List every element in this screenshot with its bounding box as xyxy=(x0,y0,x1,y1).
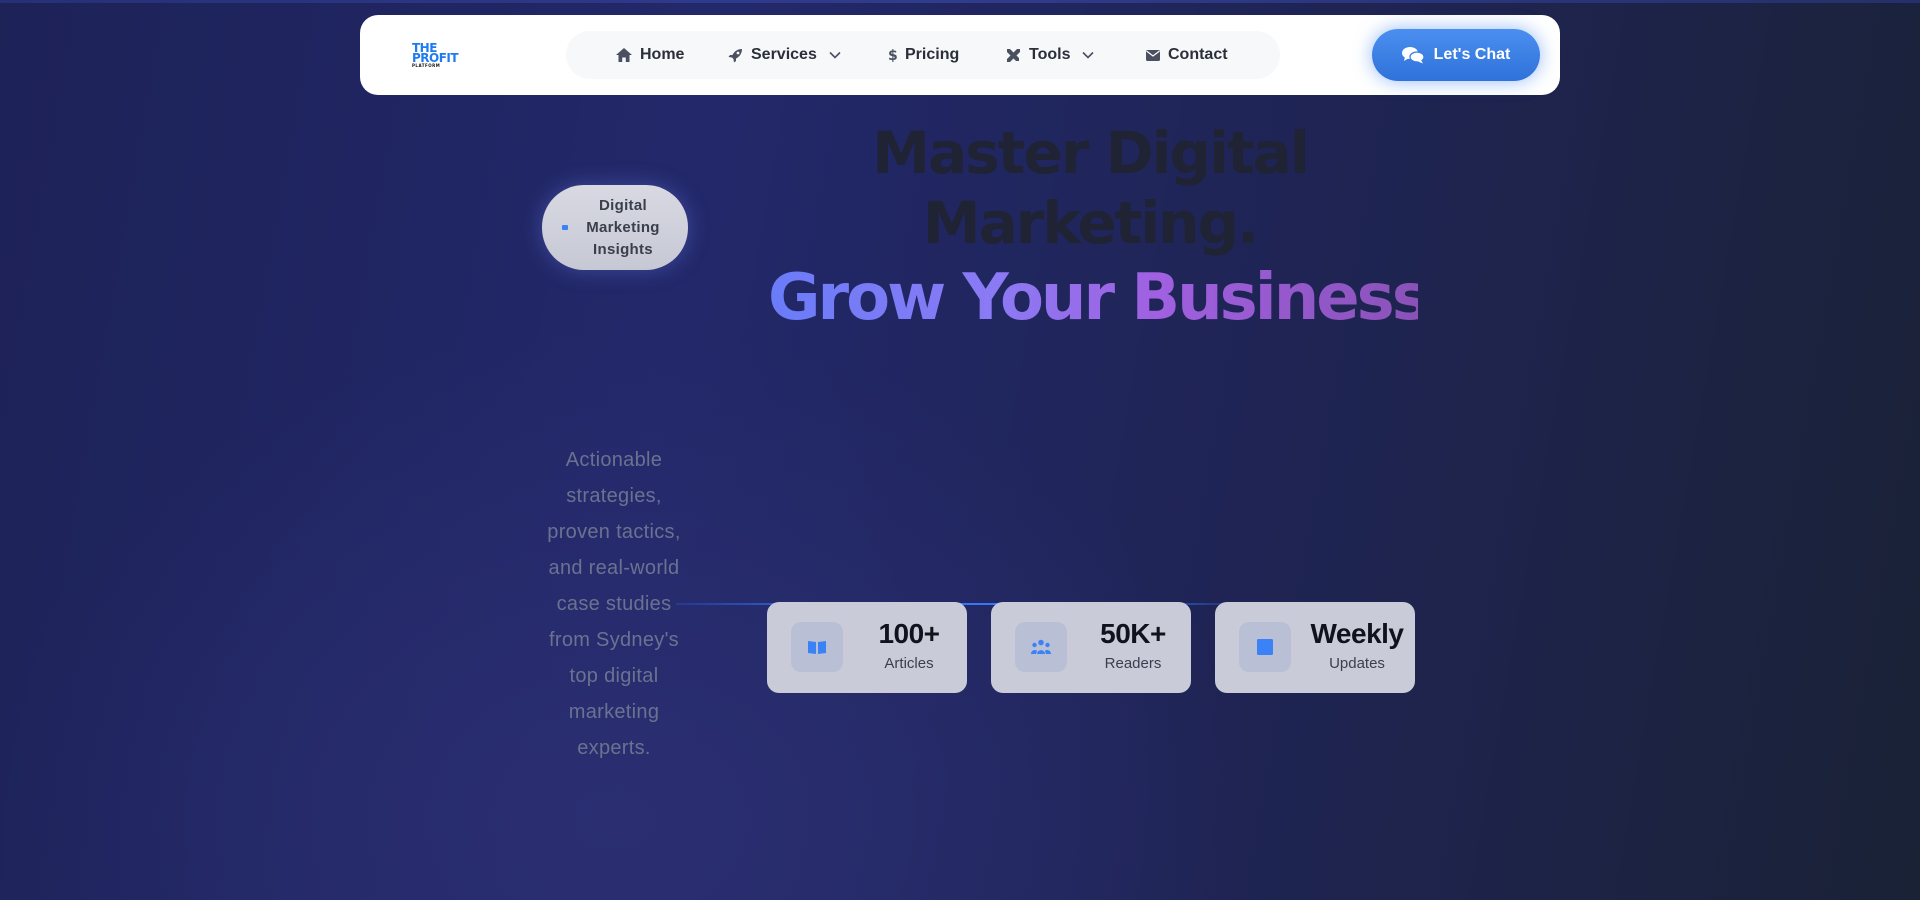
users-icon xyxy=(1015,622,1067,672)
stat-card-readers: 50K+ Readers xyxy=(991,602,1191,693)
top-accent-line xyxy=(0,0,1920,3)
stat-card-updates: Weekly Updates xyxy=(1215,602,1415,693)
headline-highlight: Grow Your Business. xyxy=(768,258,1451,338)
hero-headline: Master Digital Marketing. xyxy=(740,118,1440,258)
home-icon xyxy=(616,48,632,62)
lets-chat-button[interactable]: Let's Chat xyxy=(1372,29,1540,81)
logo[interactable]: THE PROFIT PLATFORM xyxy=(412,42,472,73)
headline-line-2: Marketing. xyxy=(922,189,1259,257)
stat-card-articles: 100+ Articles xyxy=(767,602,967,693)
stat-value: 100+ xyxy=(878,618,940,649)
nav-label-services: Services xyxy=(751,46,817,63)
stat-label: Updates xyxy=(1329,655,1385,672)
nav-menu: Home Services $ Pricing Tools Contact xyxy=(566,31,1280,79)
chevron-down-icon xyxy=(1082,51,1095,59)
svg-text:$: $ xyxy=(888,48,897,63)
badge-label: Digital Marketing Insights xyxy=(586,197,660,258)
stat-value: 50K+ xyxy=(1100,618,1166,649)
stat-label: Articles xyxy=(884,655,934,672)
navbar: THE PROFIT PLATFORM Home Services $ Pric… xyxy=(360,15,1560,95)
nav-label-home: Home xyxy=(640,46,685,63)
nav-item-tools[interactable]: Tools xyxy=(1006,31,1095,79)
nav-label-contact: Contact xyxy=(1168,46,1228,63)
hero-badge: Digital Marketing Insights xyxy=(542,185,688,270)
book-icon xyxy=(791,622,843,672)
chevron-down-icon xyxy=(829,51,841,59)
nav-label-tools: Tools xyxy=(1029,46,1071,63)
nav-label-pricing: Pricing xyxy=(905,46,960,63)
envelope-icon xyxy=(1146,49,1160,61)
nav-item-contact[interactable]: Contact xyxy=(1146,31,1228,79)
nav-item-home[interactable]: Home xyxy=(616,31,684,79)
badge-dot-icon xyxy=(562,225,568,230)
logo-line-2: PROFIT xyxy=(412,51,459,65)
dollar-icon: $ xyxy=(888,48,897,63)
stat-value: Weekly xyxy=(1310,618,1405,649)
cta-label: Let's Chat xyxy=(1433,46,1511,63)
stat-label: Readers xyxy=(1104,655,1162,672)
rocket-icon xyxy=(728,48,742,62)
chat-bubbles-icon xyxy=(1401,47,1424,64)
nav-item-services[interactable]: Services xyxy=(728,31,841,79)
nav-item-pricing[interactable]: $ Pricing xyxy=(888,31,959,79)
tools-icon xyxy=(1007,48,1020,62)
hero-subtext: Actionable strategies, proven tactics, a… xyxy=(547,449,681,759)
headline-line-1: Master Digital xyxy=(872,119,1309,187)
calendar-icon xyxy=(1239,622,1291,672)
